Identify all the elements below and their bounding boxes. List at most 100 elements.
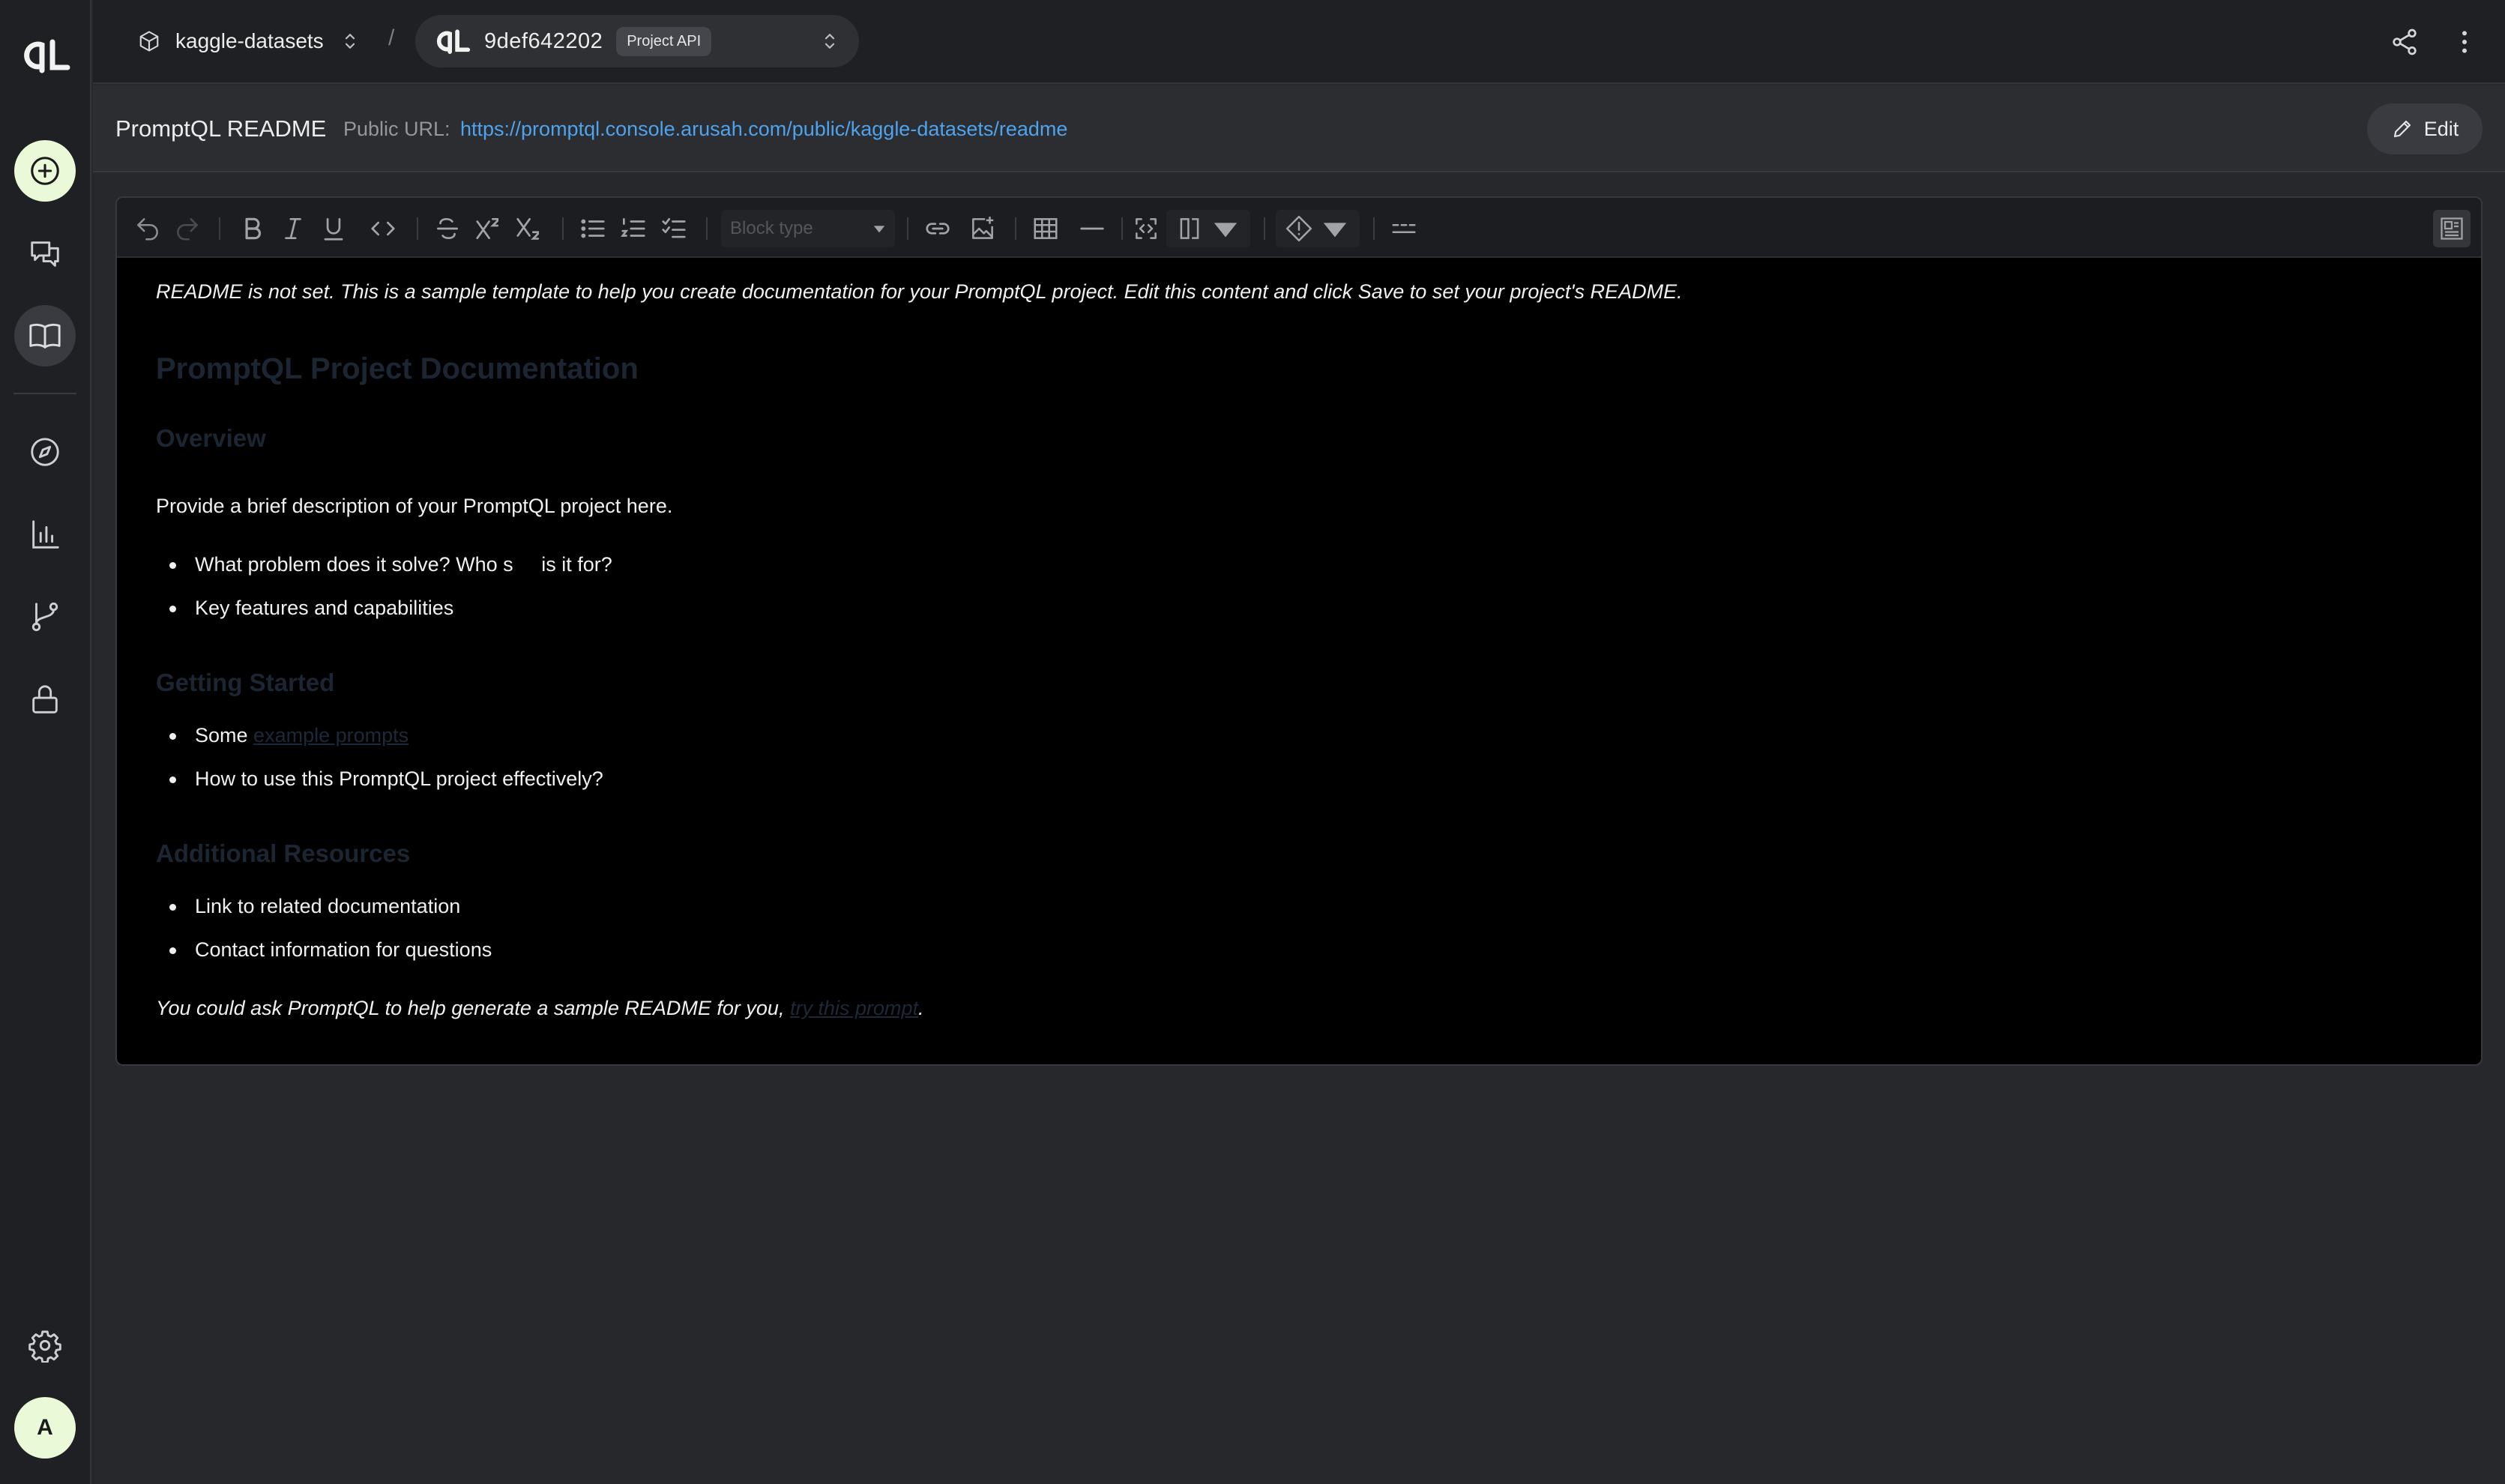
code-block-button[interactable] [1130,213,1162,244]
git-branch-icon [31,602,58,632]
readme-editor: Block type README is not set. This is a … [115,196,2483,1066]
try-this-prompt-link[interactable]: try this prompt [790,997,918,1019]
undo-icon [137,218,158,241]
list-item: Key features and capabilities [169,597,453,620]
insert-caret[interactable] [1210,213,1241,244]
additional-resources-heading: Additional Resources [156,839,411,867]
toolbar-divider [1264,217,1265,240]
chat-icon [31,241,59,267]
share-button[interactable] [2388,25,2421,58]
project-selector[interactable]: kaggle-datasets [123,16,376,66]
readme-button[interactable] [14,305,76,367]
bold-icon [245,217,262,240]
cube-icon [139,31,159,52]
list-item: What problem does it solve? Who s is it … [169,553,612,576]
build-selector[interactable]: 9def642202 Project API [415,15,859,67]
lock-icon [32,685,58,714]
toolbar-divider [907,217,908,240]
rich-text-view-button[interactable] [2433,210,2471,247]
columns-icon [1180,218,1199,239]
code-button[interactable] [367,213,399,244]
diff-view-button[interactable] [2478,210,2481,247]
link-icon [926,223,950,235]
image-add-icon [972,217,994,239]
build-badge: Project API [616,26,712,56]
rail-divider [13,393,76,394]
readme-intro: README is not set. This is a sample temp… [156,280,1683,303]
project-name: kaggle-datasets [175,29,324,52]
numbered-list-icon [621,217,645,237]
code-icon [371,221,395,236]
edit-button-label: Edit [2423,117,2459,140]
italic-icon [285,217,301,240]
user-avatar[interactable]: A [14,1397,76,1459]
share-icon [2393,28,2417,55]
image-button[interactable] [967,213,998,244]
list-item: Contact information for questions [169,938,492,962]
admonition-button[interactable] [1283,213,1315,244]
table-button[interactable] [1030,213,1061,244]
promptql-logo[interactable] [19,37,70,73]
more-menu-button[interactable] [2448,25,2481,58]
analytics-button[interactable] [14,504,76,565]
toolbar-divider [1121,217,1123,240]
list-item: Link to related documentation [169,895,460,918]
subscript-icon [516,217,540,240]
builds-button[interactable] [14,586,76,648]
pencil-icon [2393,120,2411,138]
alert-diamond-icon [1285,215,1312,242]
example-prompts-link[interactable]: example prompts [253,724,409,746]
list-item: How to use this PromptQL project effecti… [169,767,603,791]
bullet-list-button[interactable] [577,213,609,244]
frontmatter-button[interactable] [1388,213,1420,244]
checklist-button[interactable] [658,213,690,244]
frontmatter-icon [1392,223,1416,234]
link-button[interactable] [922,213,953,244]
table-icon [1034,218,1058,239]
block-type-label: Block type [730,218,813,238]
left-rail: A [0,0,91,1484]
threads-button[interactable] [14,223,76,285]
readme-header: PromptQL README Public URL: https://prom… [93,85,2505,172]
strikethrough-button[interactable] [432,213,463,244]
edit-button[interactable]: Edit [2367,103,2483,154]
promptql-mini-icon [433,28,471,54]
public-url-label: Public URL: [343,118,450,140]
gear-icon [28,1330,61,1363]
new-thread-button[interactable] [14,140,76,202]
bold-button[interactable] [237,213,268,244]
chevron-updown-icon [345,34,355,49]
top-bar: kaggle-datasets / 9def642202 Project API [93,0,2505,84]
toolbar-divider [219,217,220,240]
security-button[interactable] [14,669,76,730]
toolbar-divider [706,217,708,240]
caret-down-icon [1323,223,1347,238]
toolbar-divider [1015,217,1016,240]
toolbar-divider [1373,217,1375,240]
getting-started-heading: Getting Started [156,669,335,696]
chevron-updown-icon [825,34,835,49]
italic-button[interactable] [277,213,309,244]
code-block-icon [1136,218,1157,239]
explore-button[interactable] [14,421,76,483]
admonition-caret[interactable] [1319,213,1351,244]
underline-button[interactable] [318,213,349,244]
columns-button[interactable] [1174,213,1205,244]
overview-heading: Overview [156,424,266,452]
editor-toolbar: Block type [117,198,2481,258]
settings-button[interactable] [14,1315,76,1376]
underline-icon [324,217,343,241]
subscript-button[interactable] [513,213,544,244]
undo-button[interactable] [132,213,163,244]
horizontal-rule-button[interactable] [1076,213,1108,244]
public-url-link[interactable]: https://promptql.console.arusah.com/publ… [460,118,1067,141]
toolbar-divider [417,217,418,240]
redo-button[interactable] [172,213,203,244]
block-type-select[interactable]: Block type [721,210,895,247]
compass-icon [31,438,59,466]
strikethrough-icon [436,217,459,240]
numbered-list-button[interactable] [618,213,649,244]
superscript-button[interactable] [472,213,504,244]
bullet-list-icon [581,219,605,238]
book-icon [29,323,61,349]
